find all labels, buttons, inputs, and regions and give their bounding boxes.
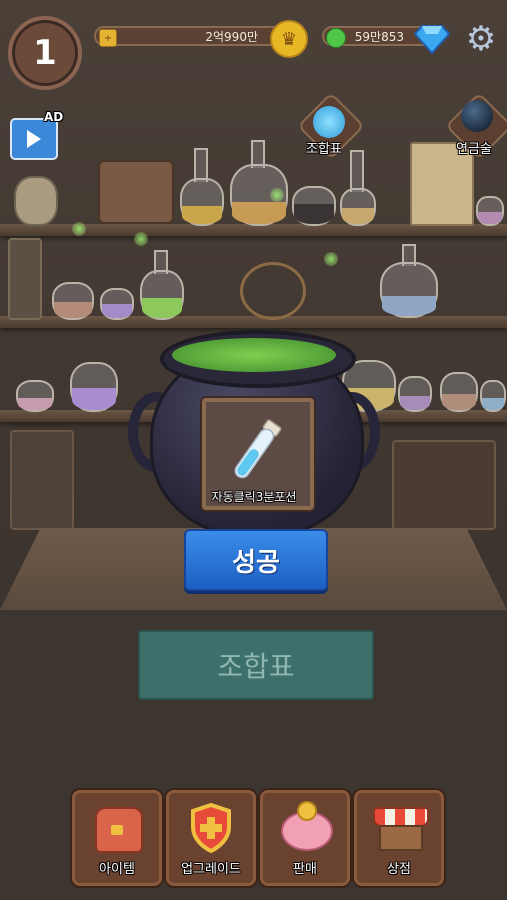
video-ad-icon [10, 118, 58, 160]
bottle-neck [154, 250, 168, 274]
test-tube-icon [234, 419, 282, 479]
plus-coin-icon[interactable]: + [99, 29, 117, 47]
potion-bottle [292, 186, 336, 226]
shield-plus-icon [191, 803, 231, 853]
play-icon [27, 130, 41, 148]
game-screen: 1 2억990만 + ♛ 59만853 ⚙ AD 조합표 연금술 자동클릭3분포… [0, 0, 507, 900]
potion-jug [14, 176, 58, 226]
level-number: 1 [33, 33, 57, 73]
alchemy-button[interactable]: 연금술 [445, 92, 507, 160]
menu-sell-button[interactable]: 판매 [260, 790, 350, 886]
diamond-icon[interactable] [414, 20, 450, 56]
backpack-buckle [111, 825, 123, 835]
potion-bottle [180, 178, 224, 226]
gold-amount: 2억990만 [205, 29, 258, 44]
potion-bottle [140, 270, 184, 320]
gear-icon[interactable]: ⚙ [462, 20, 500, 58]
recipe-icon-label: 조합표 [306, 142, 342, 157]
recipe-table-button[interactable]: 조합표 [138, 630, 374, 700]
cauldron-liquid [172, 338, 336, 372]
menu-items-label: 아이템 [99, 862, 135, 877]
glow-particle [134, 232, 148, 246]
potion-bottle [398, 376, 432, 412]
success-button[interactable]: 성공 [184, 529, 328, 591]
alchemy-icon-label: 연금술 [456, 142, 492, 157]
potion-bottle [16, 380, 54, 412]
potion-bottle [480, 380, 506, 412]
menu-upgrade-button[interactable]: 업그레이드 [166, 790, 256, 886]
ad-badge: AD [44, 110, 64, 124]
level-badge[interactable]: 1 [8, 16, 82, 90]
menu-shop-button[interactable]: 상점 [354, 790, 444, 886]
coin-icon [297, 801, 317, 821]
recipe-orb-icon [313, 106, 345, 138]
glow-particle [72, 222, 86, 236]
shelf-clutter [392, 440, 496, 530]
potion-bottle [52, 282, 94, 320]
shop-stall-icon [379, 825, 423, 851]
recipe-book-button[interactable]: 조합표 [297, 92, 365, 160]
potion-bottle [476, 196, 504, 226]
result-item-name: 자동클릭3분포션 [211, 490, 297, 504]
potion-bottle [100, 288, 134, 320]
bottle-neck [402, 244, 416, 266]
potion-bottle [340, 188, 376, 226]
brass-apparatus [240, 262, 306, 320]
book-stack [8, 238, 42, 320]
green-amount: 59만853 [354, 29, 404, 44]
glow-particle [270, 188, 284, 202]
glow-particle [324, 252, 338, 266]
video-ad-button[interactable]: AD [10, 110, 66, 160]
crystal-ball-icon [461, 100, 493, 132]
crown-icon: ♛ [270, 20, 308, 58]
gold-counter: 2억990만 [94, 26, 294, 46]
bottle-neck [251, 140, 265, 168]
potion-bottle [380, 262, 438, 318]
green-coin-icon [326, 28, 346, 48]
menu-items-button[interactable]: 아이템 [72, 790, 162, 886]
menu-shop-label: 상점 [387, 862, 411, 877]
menu-upgrade-label: 업그레이드 [181, 862, 241, 877]
shelf-clutter [10, 430, 74, 530]
menu-sell-label: 판매 [293, 862, 317, 877]
treasure-chest [98, 160, 174, 224]
bottle-neck [194, 148, 208, 182]
potion-bottle [70, 362, 118, 412]
shop-awning-icon [373, 807, 429, 827]
backpack-icon [95, 807, 143, 853]
potion-bottle [440, 372, 478, 412]
